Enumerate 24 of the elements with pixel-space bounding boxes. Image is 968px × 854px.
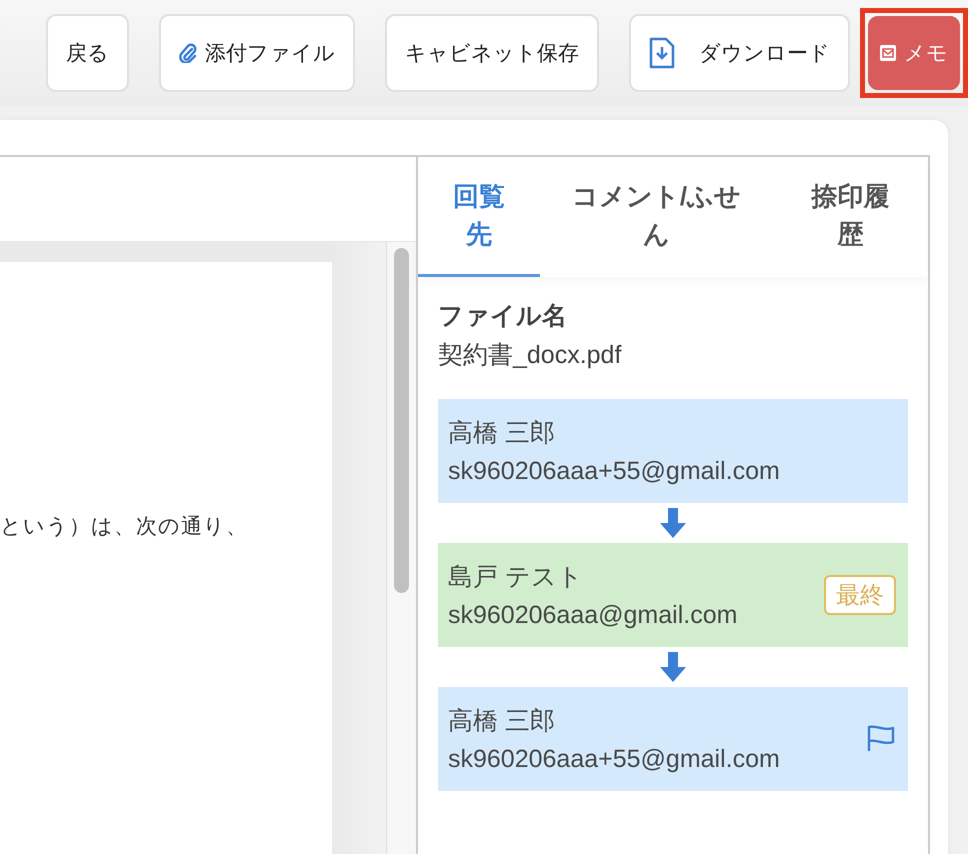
down-arrow-icon — [660, 652, 686, 682]
toolbar-button[interactable]: ダウンロード — [629, 14, 850, 92]
download-file-icon — [649, 37, 675, 69]
recipient-email: sk960206aaa+55@gmail.com — [448, 745, 781, 774]
down-arrow-icon — [660, 508, 686, 538]
document-text: という）は、次の通り、 — [0, 513, 249, 540]
panel-tab[interactable]: 捺印履歴 — [773, 157, 928, 277]
recipient-name: 高橋 三郎 — [448, 706, 556, 737]
panel-tab[interactable]: コメント/ふせん — [540, 157, 773, 277]
scrollbar-thumb[interactable] — [394, 248, 409, 593]
file-name-label: ファイル名 — [438, 301, 568, 332]
recipient-name: 高橋 三郎 — [448, 418, 556, 449]
panel-tab[interactable]: 回覧先 — [418, 157, 540, 277]
paperclip-icon — [179, 43, 197, 63]
toolbar-button[interactable]: メモ — [868, 16, 960, 90]
recipient-email: sk960206aaa@gmail.com — [448, 601, 738, 630]
recipient-name: 島戸 テスト — [448, 562, 584, 593]
toolbar-button[interactable]: キャビネット保存 — [385, 14, 599, 92]
recipient-email: sk960206aaa+55@gmail.com — [448, 457, 781, 486]
file-name: 契約書_docx.pdf — [438, 340, 622, 371]
toolbar-button[interactable]: 戻る — [46, 14, 129, 92]
mail-icon — [880, 45, 896, 61]
final-badge: 最終 — [824, 575, 896, 615]
toolbar-button[interactable]: 添付ファイル — [159, 14, 355, 92]
